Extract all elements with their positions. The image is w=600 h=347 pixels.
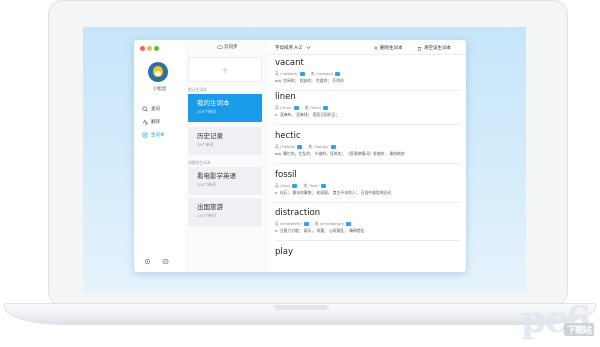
avatar[interactable]: [148, 62, 168, 82]
phonetic-us: 美 /'fasl/: [303, 183, 326, 189]
sync-label: 云同步: [223, 45, 238, 50]
phonetic-uk: 英 /di'strækfn/: [275, 221, 309, 227]
close-icon: [374, 46, 378, 50]
words-toolbar: 字母排序 A-Z 删除生词本 清空该生词本: [269, 40, 466, 55]
phonetic-us: 美 /di'strækfən/: [315, 221, 351, 227]
phonetic-us: 美 /'hektik/: [308, 144, 336, 150]
word-definition: adj. 繁忙的，忙乱的； 兴奋的，狂热的； 《医患病情况》发烧的； 患热病的: [275, 151, 405, 156]
wordbook-count: 39个单词: [197, 142, 214, 147]
group-label-created: 创建的生词本: [188, 160, 211, 165]
app-window: 小松鼠 查词 翻译 生词本 云同步 + 默认生词本 我的生词本 209个单词 历…: [134, 40, 466, 272]
speaker-icon[interactable]: [345, 222, 351, 226]
wordbook-card-history[interactable]: 历史记录 39个单词: [188, 127, 262, 155]
maximize-window-button[interactable]: [154, 46, 159, 51]
plus-icon: +: [220, 65, 230, 76]
word-text: play: [275, 247, 293, 257]
wordbook-count: 209个单词: [197, 109, 216, 114]
speaker-icon[interactable]: [293, 106, 299, 110]
clear-label: 清空该生词本: [424, 46, 451, 51]
word-text: hectic: [275, 131, 301, 141]
sync-button[interactable]: 云同步: [185, 44, 269, 50]
word-definition: n. 亚麻布， 亚麻线； 家庭日用织品；: [275, 112, 340, 117]
wordbook-title: 我的生词本: [197, 99, 230, 107]
speaker-icon[interactable]: [323, 106, 329, 110]
word-entry[interactable]: play: [275, 247, 460, 272]
speaker-icon[interactable]: [330, 145, 336, 149]
wordbook-title: 出国旅游: [197, 203, 223, 211]
notebook-icon: [142, 132, 148, 138]
word-text: linen: [275, 92, 296, 102]
laptop-notch: [273, 305, 329, 310]
clear-wordbook-button[interactable]: 清空该生词本: [417, 45, 451, 51]
nav-item-translate[interactable]: 翻译: [142, 119, 160, 125]
word-text: distraction: [275, 208, 321, 218]
speaker-icon[interactable]: [320, 184, 326, 188]
word-entries-panel: 字母排序 A-Z 删除生词本 清空该生词本 vacant 英 /'veikant…: [269, 40, 466, 272]
nav-item-label: 翻译: [151, 120, 160, 125]
word-definition: n. 化石； 僵化的事物； 老顽固， 食古不化的人； 日语中操用的旧词: [275, 190, 391, 195]
nav-sidebar: 小松鼠 查词 翻译 生词本: [134, 40, 186, 272]
speaker-icon[interactable]: [292, 184, 298, 188]
word-entry[interactable]: fossil 英 /'fosl/ 美 /'fasl/ n. 化石； 僵化的事物；…: [275, 170, 460, 203]
word-definition: n. 注意力分散； 娱乐， 消遣； 心烦意乱； 精神错乱: [275, 228, 365, 233]
minimize-window-button[interactable]: [147, 46, 152, 51]
phonetic-us: 美 /'veikant/: [311, 71, 341, 77]
word-text: vacant: [275, 58, 304, 68]
sort-dropdown[interactable]: 字母排序 A-Z: [275, 45, 311, 51]
word-text: fossil: [275, 170, 297, 180]
phonetic-uk: 英 /'fosl/: [275, 183, 298, 189]
speaker-icon[interactable]: [297, 145, 303, 149]
wordbook-title: 看电影学英语: [197, 172, 236, 180]
speaker-icon[interactable]: [335, 72, 341, 76]
sort-label: 字母排序 A-Z: [275, 46, 303, 51]
cloud-icon: [216, 44, 223, 49]
theme-icon[interactable]: [162, 258, 169, 265]
add-wordbook-button[interactable]: +: [188, 57, 262, 82]
delete-label: 删除生词本: [380, 46, 403, 51]
wordbook-count: 230个单词: [197, 213, 216, 218]
phonetic-uk: 英 /'hektik/: [275, 144, 303, 150]
phonetic-uk: 英 /'linin/: [275, 105, 299, 111]
watermark: pc6 下载站: [521, 299, 594, 341]
username: 小松鼠: [152, 87, 167, 92]
word-definition: adj. 空闲的； 空缺的； 空虚的； 茫然的: [275, 78, 344, 83]
group-label-default: 默认生词本: [188, 87, 207, 92]
wordbook-list-panel: 云同步 + 默认生词本 我的生词本 209个单词 历史记录 39个单词 创建的生…: [185, 40, 270, 272]
phonetic-us: 美 /'linin/: [305, 105, 329, 111]
speaker-icon[interactable]: [303, 222, 309, 226]
speaker-icon[interactable]: [299, 72, 305, 76]
phonetic-uk: 英 /'veikant/: [275, 71, 305, 77]
settings-icon[interactable]: [144, 258, 151, 265]
wordbook-count: 100个单词: [197, 182, 216, 187]
word-entry[interactable]: hectic 英 /'hektik/ 美 /'hektik/ adj. 繁忙的，…: [275, 131, 460, 164]
laptop-screen: 小松鼠 查词 翻译 生词本 云同步 + 默认生词本 我的生词本 209个单词 历…: [83, 27, 526, 291]
wordbook-card-travel[interactable]: 出国旅游 230个单词: [188, 198, 262, 226]
wordbook-card-movies[interactable]: 看电影学英语 100个单词: [188, 167, 262, 195]
nav-item-search[interactable]: 查词: [142, 106, 160, 112]
word-entry[interactable]: vacant 英 /'veikant/ 美 /'veikant/ adj. 空闲…: [275, 58, 460, 91]
search-icon: [142, 106, 148, 112]
trash-icon: [417, 46, 422, 51]
wordbook-card-my[interactable]: 我的生词本 209个单词: [188, 94, 262, 122]
translate-icon: [142, 119, 148, 125]
chevron-down-icon: [305, 46, 311, 49]
nav-item-notebook[interactable]: 生词本: [142, 132, 165, 138]
nav-item-label: 生词本: [151, 133, 165, 138]
delete-wordbook-button[interactable]: 删除生词本: [374, 45, 403, 51]
nav-item-label: 查词: [151, 107, 160, 112]
word-entry[interactable]: linen 英 /'linin/ 美 /'linin/ n. 亚麻布， 亚麻线；…: [275, 92, 460, 125]
wordbook-title: 历史记录: [197, 132, 223, 140]
watermark-tag: 下载站: [563, 323, 594, 336]
close-window-button[interactable]: [140, 46, 145, 51]
word-entry[interactable]: distraction 英 /di'strækfn/ 美 /di'strækfə…: [275, 208, 460, 241]
